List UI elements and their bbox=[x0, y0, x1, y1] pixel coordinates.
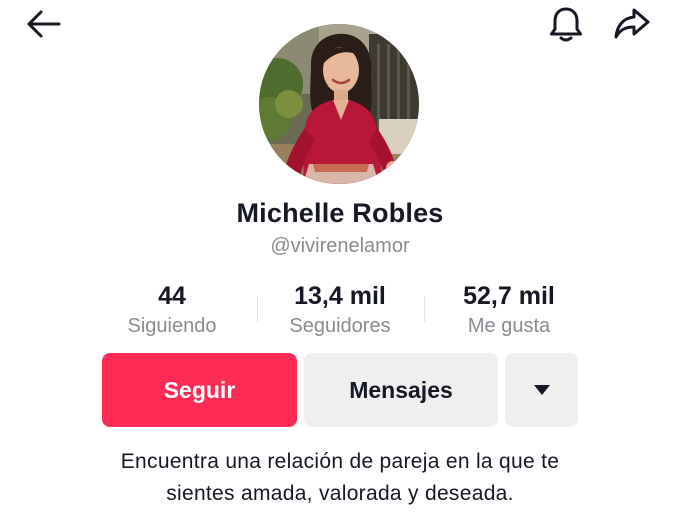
stat-label: Me gusta bbox=[467, 315, 551, 337]
profile-photo bbox=[259, 24, 419, 184]
stat-value: 52,7 mil bbox=[463, 282, 555, 310]
back-button[interactable] bbox=[24, 4, 64, 44]
share-button[interactable] bbox=[612, 4, 652, 44]
stat-value: 44 bbox=[158, 282, 186, 310]
bio-line: sientes amada, valorada y deseada. bbox=[166, 482, 514, 505]
caret-down-icon bbox=[533, 385, 550, 395]
arrow-left-icon bbox=[27, 10, 61, 38]
stat-following[interactable]: 44 Siguiendo bbox=[97, 280, 247, 340]
stat-likes[interactable]: 52,7 mil Me gusta bbox=[434, 280, 584, 340]
stat-followers[interactable]: 13,4 mil Seguidores bbox=[265, 280, 415, 340]
bell-icon bbox=[550, 7, 582, 42]
stat-divider bbox=[424, 296, 425, 322]
avatar[interactable] bbox=[259, 24, 419, 184]
stat-divider bbox=[257, 296, 258, 322]
more-options-button[interactable] bbox=[505, 353, 578, 427]
message-button[interactable]: Mensajes bbox=[304, 353, 498, 427]
bio-line: Encuentra una relación de pareja en la q… bbox=[120, 450, 560, 473]
profile-handle: @vivirenelamor bbox=[270, 235, 410, 257]
stat-label: Siguiendo bbox=[127, 315, 217, 337]
profile-name: Michelle Robles bbox=[236, 198, 444, 228]
share-arrow-icon bbox=[614, 8, 650, 39]
follow-button[interactable]: Seguir bbox=[102, 353, 297, 427]
stat-value: 13,4 mil bbox=[294, 282, 386, 310]
profile-bio: Encuentra una relación de pareja en la q… bbox=[60, 446, 620, 510]
notification-button[interactable] bbox=[546, 4, 586, 44]
stat-label: Seguidores bbox=[289, 315, 391, 337]
